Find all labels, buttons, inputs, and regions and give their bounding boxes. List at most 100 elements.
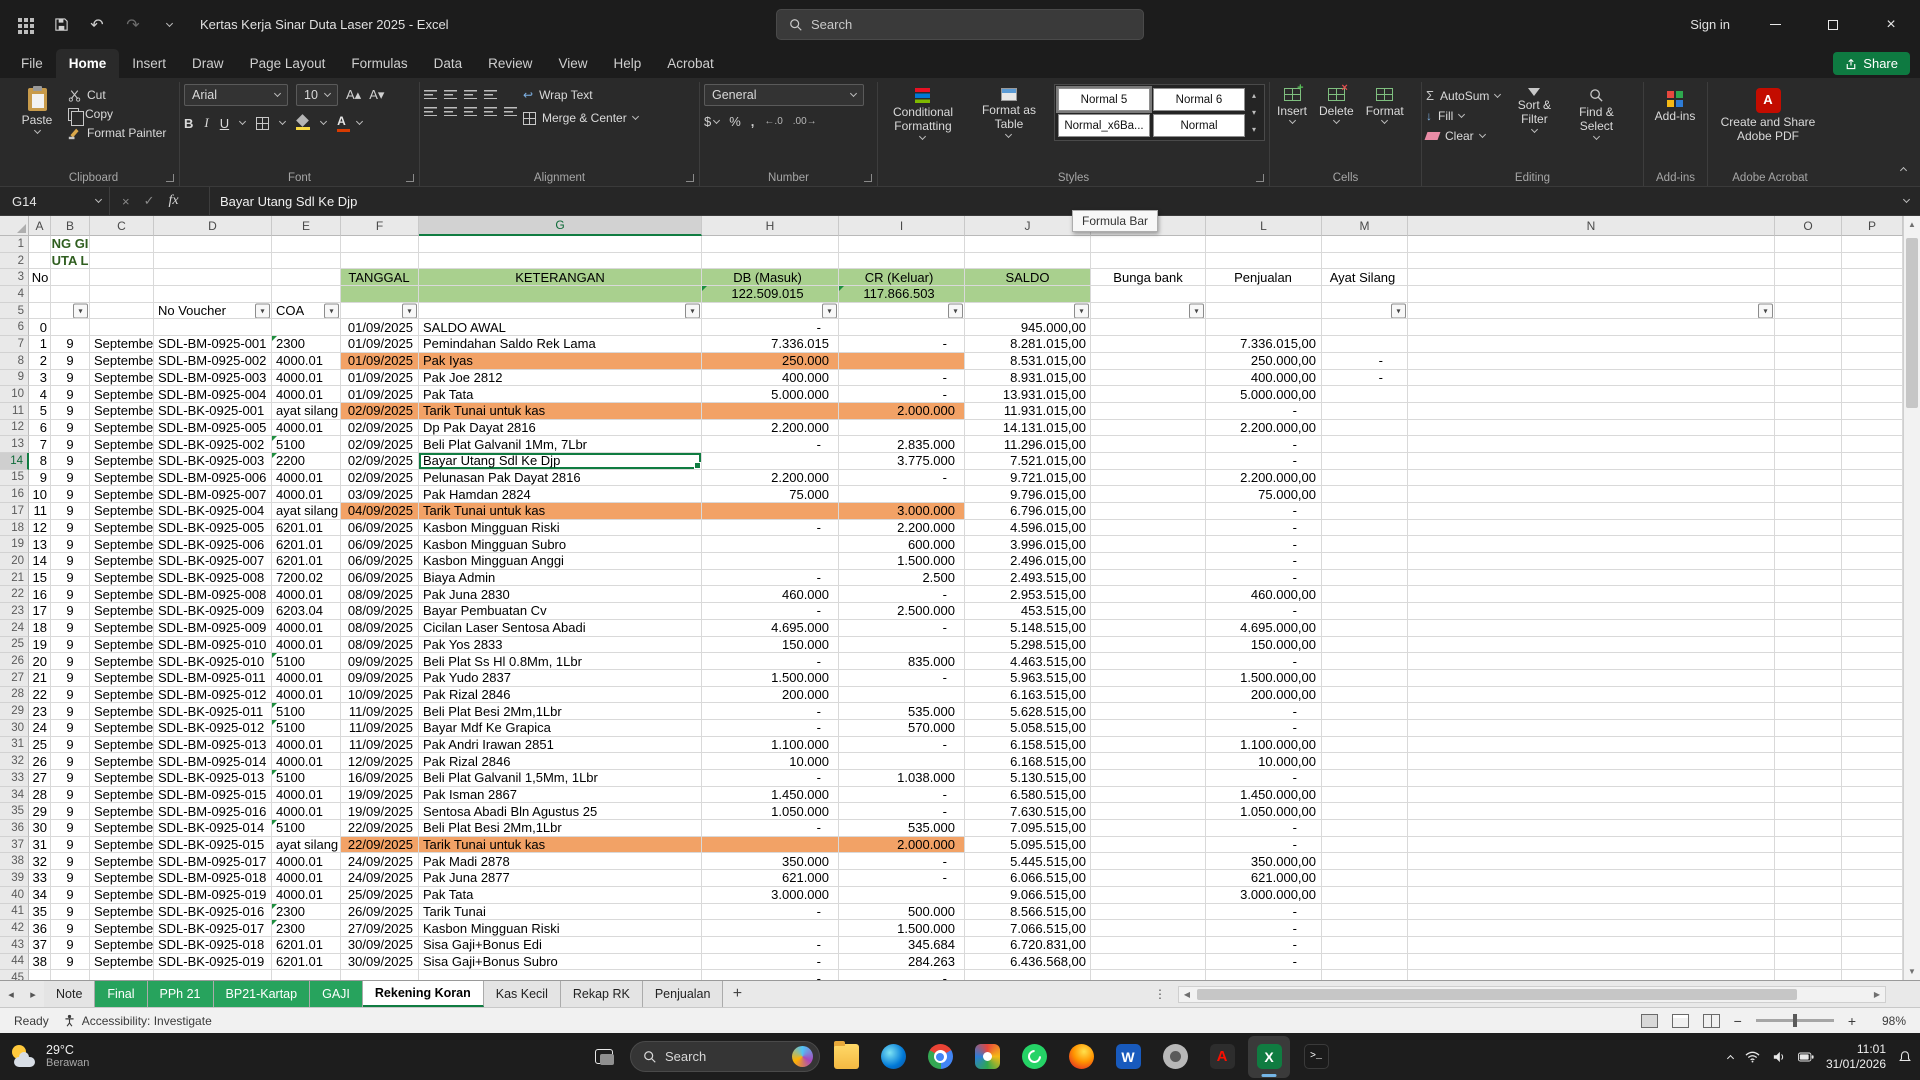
cell-G39[interactable]: Pak Juna 2877 bbox=[419, 870, 702, 887]
cell-G5[interactable]: ▾ bbox=[419, 303, 702, 320]
cell-K18[interactable] bbox=[1091, 520, 1206, 537]
cell-J44[interactable]: 6.436.568,00 bbox=[965, 954, 1091, 971]
cell-G27[interactable]: Pak Yudo 2837 bbox=[419, 670, 702, 687]
cell-O42[interactable] bbox=[1775, 920, 1842, 937]
cell-M17[interactable] bbox=[1322, 503, 1408, 520]
cell-J40[interactable]: 9.066.515,00 bbox=[965, 887, 1091, 904]
cell-D26[interactable]: SDL-BK-0925-010 bbox=[154, 653, 272, 670]
cell-H6[interactable]: - bbox=[702, 319, 839, 336]
cell-C35[interactable]: September bbox=[90, 803, 154, 820]
cell-J10[interactable]: 13.931.015,00 bbox=[965, 386, 1091, 403]
row-header-15[interactable]: 15 bbox=[0, 470, 29, 487]
page-layout-view-button[interactable] bbox=[1672, 1014, 1689, 1028]
cell-A1[interactable] bbox=[29, 236, 51, 253]
cell-N17[interactable] bbox=[1408, 503, 1775, 520]
cell-O28[interactable] bbox=[1775, 687, 1842, 704]
cell-K31[interactable] bbox=[1091, 737, 1206, 754]
cell-O5[interactable] bbox=[1775, 303, 1842, 320]
cell-P42[interactable] bbox=[1842, 920, 1903, 937]
cell-K27[interactable] bbox=[1091, 670, 1206, 687]
cell-D37[interactable]: SDL-BK-0925-015 bbox=[154, 837, 272, 854]
cell-N37[interactable] bbox=[1408, 837, 1775, 854]
cell-style-normal-x6ba-[interactable]: Normal_x6Ba... bbox=[1058, 114, 1150, 137]
cell-F45[interactable] bbox=[341, 970, 419, 980]
column-header-F[interactable]: F bbox=[341, 216, 419, 236]
cell-N15[interactable] bbox=[1408, 470, 1775, 487]
cell-E41[interactable]: 2300 bbox=[272, 904, 341, 921]
redo-icon[interactable]: ↷ bbox=[118, 10, 148, 40]
cell-P29[interactable] bbox=[1842, 703, 1903, 720]
column-header-L[interactable]: L bbox=[1206, 216, 1322, 236]
cell-H34[interactable]: 1.450.000 bbox=[702, 787, 839, 804]
cell-H7[interactable]: 7.336.015 bbox=[702, 336, 839, 353]
sort-filter-button[interactable]: Sort & Filter bbox=[1506, 84, 1562, 136]
cell-F35[interactable]: 19/09/2025 bbox=[341, 803, 419, 820]
shrink-font-button[interactable]: A▾ bbox=[369, 87, 384, 103]
format-cells-button[interactable]: Format bbox=[1363, 84, 1407, 127]
settings-button[interactable] bbox=[1154, 1036, 1196, 1078]
row-header-29[interactable]: 29 bbox=[0, 703, 29, 720]
bold-button[interactable]: B bbox=[184, 116, 193, 131]
cell-M12[interactable] bbox=[1322, 420, 1408, 437]
cell-G26[interactable]: Beli Plat Ss Hl 0.8Mm, 1Lbr bbox=[419, 653, 702, 670]
format-painter-button[interactable]: Format Painter bbox=[68, 126, 166, 140]
cell-M19[interactable] bbox=[1322, 536, 1408, 553]
cell-B30[interactable]: 9 bbox=[51, 720, 90, 737]
cell-N8[interactable] bbox=[1408, 353, 1775, 370]
cell-G9[interactable]: Pak Joe 2812 bbox=[419, 370, 702, 387]
cell-B29[interactable]: 9 bbox=[51, 703, 90, 720]
taskbar-clock[interactable]: 11:01 31/01/2026 bbox=[1826, 1042, 1886, 1071]
cell-I44[interactable]: 284.263 bbox=[839, 954, 965, 971]
cell-K29[interactable] bbox=[1091, 703, 1206, 720]
cell-N1[interactable] bbox=[1408, 236, 1775, 253]
cell-H40[interactable]: 3.000.000 bbox=[702, 887, 839, 904]
cell-C45[interactable] bbox=[90, 970, 154, 980]
cell-J43[interactable]: 6.720.831,00 bbox=[965, 937, 1091, 954]
page-break-view-button[interactable] bbox=[1703, 1014, 1720, 1028]
cell-C5[interactable] bbox=[90, 303, 154, 320]
cell-F15[interactable]: 02/09/2025 bbox=[341, 470, 419, 487]
font-size-select[interactable]: 10 bbox=[296, 84, 338, 106]
cell-G20[interactable]: Kasbon Mingguan Anggi bbox=[419, 553, 702, 570]
cell-J39[interactable]: 6.066.515,00 bbox=[965, 870, 1091, 887]
cell-I28[interactable] bbox=[839, 687, 965, 704]
ribbon-tab-page-layout[interactable]: Page Layout bbox=[237, 49, 339, 78]
cell-K16[interactable] bbox=[1091, 486, 1206, 503]
filter-button-G5[interactable]: ▾ bbox=[685, 303, 700, 318]
cell-P45[interactable] bbox=[1842, 970, 1903, 980]
cell-M31[interactable] bbox=[1322, 737, 1408, 754]
cell-A30[interactable]: 24 bbox=[29, 720, 51, 737]
cell-P24[interactable] bbox=[1842, 620, 1903, 637]
cell-A42[interactable]: 36 bbox=[29, 920, 51, 937]
conditional-formatting-button[interactable]: Conditional Formatting bbox=[882, 84, 964, 143]
cell-B15[interactable]: 9 bbox=[51, 470, 90, 487]
cell-F9[interactable]: 01/09/2025 bbox=[341, 370, 419, 387]
cell-F41[interactable]: 26/09/2025 bbox=[341, 904, 419, 921]
cell-O44[interactable] bbox=[1775, 954, 1842, 971]
scroll-up-icon[interactable]: ▲ bbox=[1904, 216, 1920, 233]
cell-A7[interactable]: 1 bbox=[29, 336, 51, 353]
sheet-tab-kas-kecil[interactable]: Kas Kecil bbox=[484, 981, 561, 1007]
cell-B40[interactable]: 9 bbox=[51, 887, 90, 904]
cell-N10[interactable] bbox=[1408, 386, 1775, 403]
cell-P2[interactable] bbox=[1842, 253, 1903, 270]
cell-D9[interactable]: SDL-BM-0925-003 bbox=[154, 370, 272, 387]
cell-N13[interactable] bbox=[1408, 436, 1775, 453]
cell-P3[interactable] bbox=[1842, 269, 1903, 286]
cell-C3[interactable] bbox=[90, 269, 154, 286]
cell-P15[interactable] bbox=[1842, 470, 1903, 487]
borders-button[interactable] bbox=[256, 117, 269, 130]
cell-D39[interactable]: SDL-BM-0925-018 bbox=[154, 870, 272, 887]
cell-C19[interactable]: September bbox=[90, 536, 154, 553]
cell-N42[interactable] bbox=[1408, 920, 1775, 937]
cell-P16[interactable] bbox=[1842, 486, 1903, 503]
formula-bar-content[interactable]: Bayar Utang Sdl Ke Djp bbox=[210, 187, 1892, 215]
cell-B39[interactable]: 9 bbox=[51, 870, 90, 887]
cell-M9[interactable]: - bbox=[1322, 370, 1408, 387]
cell-L27[interactable]: 1.500.000,00 bbox=[1206, 670, 1322, 687]
cell-H10[interactable]: 5.000.000 bbox=[702, 386, 839, 403]
cell-B3[interactable] bbox=[51, 269, 90, 286]
cell-A16[interactable]: 10 bbox=[29, 486, 51, 503]
cell-H36[interactable]: - bbox=[702, 820, 839, 837]
cancel-entry-icon[interactable]: × bbox=[122, 194, 130, 209]
